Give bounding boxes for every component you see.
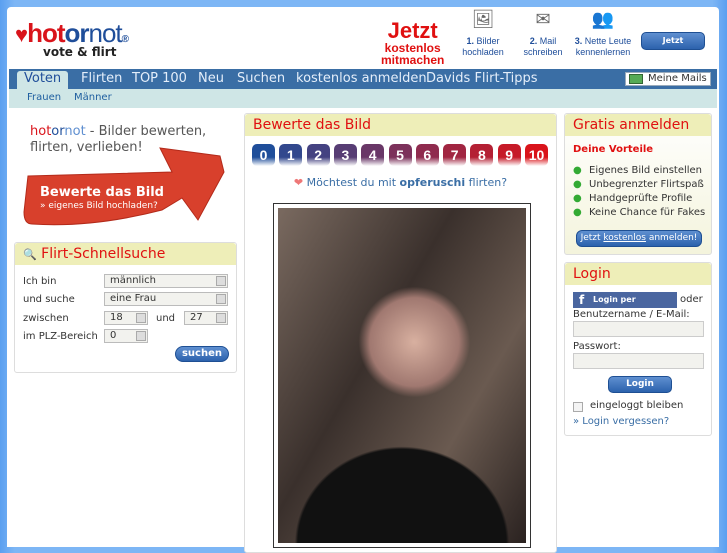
rate-button-7[interactable]: 7 <box>443 144 467 166</box>
rate-button-0[interactable]: 0 <box>252 144 275 166</box>
step-upload[interactable]: 🖼 1. Bilder hochladen <box>460 9 506 58</box>
tagline: vote & flirt <box>43 45 117 59</box>
flirt-question: ❤ Möchtest du mit opferuschi flirten? <box>293 176 508 189</box>
picture-icon: 🖼 <box>471 9 495 29</box>
rate-button-2[interactable]: 2 <box>306 144 330 166</box>
mail-icon: ✉ <box>535 9 551 29</box>
nav-flirt-tipps[interactable]: Davids Flirt-Tipps <box>426 71 538 86</box>
nav-top100[interactable]: TOP 100 <box>132 71 187 86</box>
subnav-maenner[interactable]: Männer <box>74 92 112 103</box>
rate-button-9[interactable]: 9 <box>497 144 521 166</box>
step-meet[interactable]: 👥 3. Nette Leute kennenlernen <box>572 9 634 58</box>
sub-nav: Frauen Männer <box>9 89 717 108</box>
join-button[interactable]: Jetzt anmelden! <box>641 32 705 61</box>
login-button[interactable]: Login <box>608 376 672 393</box>
nav-suchen[interactable]: Suchen <box>237 71 285 86</box>
heart-icon: ❤ <box>293 176 304 189</box>
people-icon: 👥 <box>591 9 615 29</box>
nav-flirten[interactable]: Flirten <box>81 71 122 86</box>
check-icon: ● <box>573 179 582 190</box>
jetzt-mitmachen[interactable]: Jetzt kostenlos mitmachen <box>381 20 444 67</box>
rate-picture-callout[interactable]: Bewerte das Bild» eigenes Bild hochladen… <box>40 185 164 211</box>
nav-neu[interactable]: Neu <box>198 71 224 86</box>
rate-button-6[interactable]: 6 <box>415 144 439 166</box>
rate-button-10[interactable]: 10 <box>525 144 548 166</box>
mail-icon <box>629 74 643 84</box>
username-link[interactable]: opferuschi <box>400 176 466 189</box>
facebook-login-button[interactable]: f Login per Facebook <box>573 292 677 320</box>
logo[interactable]: ♥hotornot® vote & flirt <box>15 18 129 59</box>
seeking-select[interactable]: eine Frau <box>104 292 228 306</box>
rate-button-1[interactable]: 1 <box>279 144 303 166</box>
profile-photo[interactable] <box>273 203 531 548</box>
search-icon: 🔍 <box>23 248 37 261</box>
gratis-join-button[interactable]: Jetzt kostenlos anmelden! <box>576 230 702 247</box>
gratis-panel: Gratis anmelden Deine Vorteile ● Eigenes … <box>564 113 712 255</box>
age-min-select[interactable]: 18 <box>104 311 148 325</box>
facebook-icon: f <box>579 293 585 307</box>
rate-button-4[interactable]: 4 <box>361 144 385 166</box>
check-icon: ● <box>573 193 582 204</box>
rate-button-8[interactable]: 8 <box>470 144 494 166</box>
check-icon: ● <box>573 165 582 176</box>
login-panel: Login f Login per Facebook oder Benutzern… <box>564 262 712 436</box>
password-input[interactable] <box>573 353 704 369</box>
gender-select[interactable]: männlich <box>104 274 228 288</box>
main-nav: Voten Flirten TOP 100 Neu Suchen kostenl… <box>9 69 717 89</box>
forgot-login-link[interactable]: » Login vergessen? <box>573 416 669 427</box>
nav-anmelden[interactable]: kostenlos anmelden <box>296 71 427 86</box>
rate-button-5[interactable]: 5 <box>388 144 412 166</box>
remember-checkbox[interactable] <box>573 402 583 412</box>
check-icon: ● <box>573 207 582 218</box>
username-input[interactable] <box>573 321 704 337</box>
plz-select[interactable]: 0 <box>104 329 148 343</box>
quick-search-panel: 🔍 Flirt-Schnellsuche Ich bin männlich un… <box>14 242 237 373</box>
meine-mails-button[interactable]: Meine Mails <box>625 72 711 86</box>
age-max-select[interactable]: 27 <box>184 311 228 325</box>
rate-button-3[interactable]: 3 <box>333 144 357 166</box>
subnav-frauen[interactable]: Frauen <box>27 92 61 103</box>
nav-voten[interactable]: Voten <box>17 71 69 89</box>
step-mail[interactable]: ✉ 2. Mail schreiben <box>520 9 566 58</box>
search-button[interactable]: suchen <box>175 346 229 362</box>
